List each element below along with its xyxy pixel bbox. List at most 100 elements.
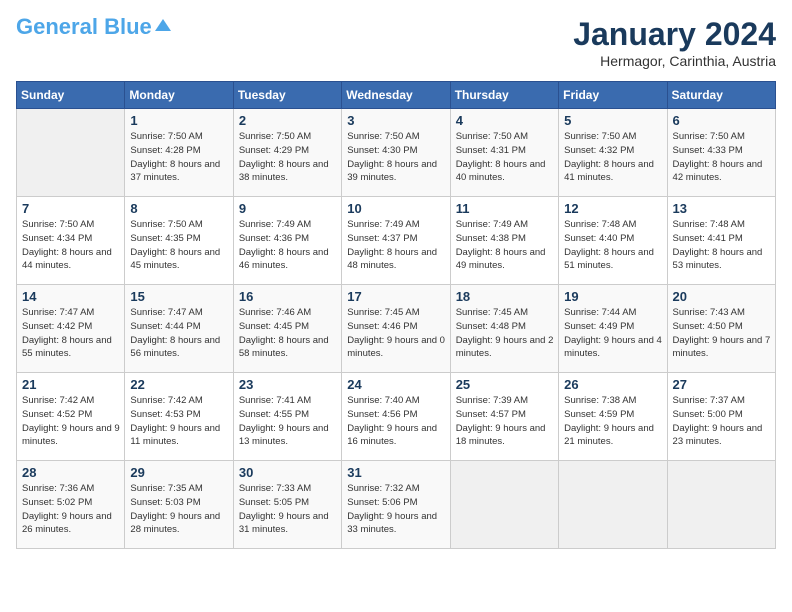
daylight-text: Daylight: 8 hours and 42 minutes.: [673, 159, 763, 184]
day-info: Sunrise: 7:50 AM Sunset: 4:29 PM Dayligh…: [239, 130, 337, 185]
day-number: 14: [22, 289, 120, 304]
calendar-cell: 5 Sunrise: 7:50 AM Sunset: 4:32 PM Dayli…: [559, 109, 667, 197]
weekday-header-friday: Friday: [559, 82, 667, 109]
calendar-cell: 2 Sunrise: 7:50 AM Sunset: 4:29 PM Dayli…: [233, 109, 341, 197]
calendar-cell: 6 Sunrise: 7:50 AM Sunset: 4:33 PM Dayli…: [667, 109, 775, 197]
sunrise-text: Sunrise: 7:50 AM: [239, 131, 311, 142]
calendar-cell: 14 Sunrise: 7:47 AM Sunset: 4:42 PM Dayl…: [17, 285, 125, 373]
daylight-text: Daylight: 9 hours and 13 minutes.: [239, 423, 329, 448]
logo-icon: [155, 17, 171, 33]
calendar-cell: 7 Sunrise: 7:50 AM Sunset: 4:34 PM Dayli…: [17, 197, 125, 285]
sunset-text: Sunset: 4:32 PM: [564, 145, 634, 156]
sunset-text: Sunset: 4:49 PM: [564, 321, 634, 332]
daylight-text: Daylight: 9 hours and 31 minutes.: [239, 511, 329, 536]
sunset-text: Sunset: 4:44 PM: [130, 321, 200, 332]
daylight-text: Daylight: 8 hours and 51 minutes.: [564, 247, 654, 272]
day-info: Sunrise: 7:50 AM Sunset: 4:28 PM Dayligh…: [130, 130, 228, 185]
sunset-text: Sunset: 4:48 PM: [456, 321, 526, 332]
day-number: 19: [564, 289, 662, 304]
sunset-text: Sunset: 4:56 PM: [347, 409, 417, 420]
day-info: Sunrise: 7:41 AM Sunset: 4:55 PM Dayligh…: [239, 394, 337, 449]
calendar-cell: 30 Sunrise: 7:33 AM Sunset: 5:05 PM Dayl…: [233, 461, 341, 549]
month-title: January 2024: [573, 16, 776, 53]
sunrise-text: Sunrise: 7:49 AM: [239, 219, 311, 230]
daylight-text: Daylight: 8 hours and 56 minutes.: [130, 335, 220, 360]
sunrise-text: Sunrise: 7:50 AM: [673, 131, 745, 142]
day-info: Sunrise: 7:49 AM Sunset: 4:36 PM Dayligh…: [239, 218, 337, 273]
day-info: Sunrise: 7:45 AM Sunset: 4:48 PM Dayligh…: [456, 306, 554, 361]
day-number: 3: [347, 113, 445, 128]
calendar-cell: 13 Sunrise: 7:48 AM Sunset: 4:41 PM Dayl…: [667, 197, 775, 285]
sunset-text: Sunset: 4:28 PM: [130, 145, 200, 156]
daylight-text: Daylight: 8 hours and 40 minutes.: [456, 159, 546, 184]
day-info: Sunrise: 7:47 AM Sunset: 4:42 PM Dayligh…: [22, 306, 120, 361]
daylight-text: Daylight: 9 hours and 2 minutes.: [456, 335, 554, 360]
daylight-text: Daylight: 9 hours and 21 minutes.: [564, 423, 654, 448]
sunrise-text: Sunrise: 7:50 AM: [130, 219, 202, 230]
calendar-cell: 25 Sunrise: 7:39 AM Sunset: 4:57 PM Dayl…: [450, 373, 558, 461]
day-number: 10: [347, 201, 445, 216]
sunrise-text: Sunrise: 7:43 AM: [673, 307, 745, 318]
calendar-cell: 1 Sunrise: 7:50 AM Sunset: 4:28 PM Dayli…: [125, 109, 233, 197]
day-info: Sunrise: 7:42 AM Sunset: 4:53 PM Dayligh…: [130, 394, 228, 449]
daylight-text: Daylight: 9 hours and 33 minutes.: [347, 511, 437, 536]
calendar-cell: 28 Sunrise: 7:36 AM Sunset: 5:02 PM Dayl…: [17, 461, 125, 549]
daylight-text: Daylight: 9 hours and 28 minutes.: [130, 511, 220, 536]
day-info: Sunrise: 7:44 AM Sunset: 4:49 PM Dayligh…: [564, 306, 662, 361]
sunset-text: Sunset: 4:45 PM: [239, 321, 309, 332]
calendar-cell: 27 Sunrise: 7:37 AM Sunset: 5:00 PM Dayl…: [667, 373, 775, 461]
calendar-cell: 12 Sunrise: 7:48 AM Sunset: 4:40 PM Dayl…: [559, 197, 667, 285]
daylight-text: Daylight: 8 hours and 46 minutes.: [239, 247, 329, 272]
daylight-text: Daylight: 8 hours and 55 minutes.: [22, 335, 112, 360]
calendar-cell: 24 Sunrise: 7:40 AM Sunset: 4:56 PM Dayl…: [342, 373, 450, 461]
day-info: Sunrise: 7:33 AM Sunset: 5:05 PM Dayligh…: [239, 482, 337, 537]
day-number: 22: [130, 377, 228, 392]
sunrise-text: Sunrise: 7:40 AM: [347, 395, 419, 406]
sunrise-text: Sunrise: 7:35 AM: [130, 483, 202, 494]
calendar-cell: [667, 461, 775, 549]
sunset-text: Sunset: 4:35 PM: [130, 233, 200, 244]
weekday-header-wednesday: Wednesday: [342, 82, 450, 109]
day-number: 23: [239, 377, 337, 392]
sunset-text: Sunset: 5:00 PM: [673, 409, 743, 420]
day-number: 31: [347, 465, 445, 480]
day-number: 24: [347, 377, 445, 392]
calendar-cell: 20 Sunrise: 7:43 AM Sunset: 4:50 PM Dayl…: [667, 285, 775, 373]
weekday-header-monday: Monday: [125, 82, 233, 109]
day-number: 2: [239, 113, 337, 128]
calendar-cell: 29 Sunrise: 7:35 AM Sunset: 5:03 PM Dayl…: [125, 461, 233, 549]
daylight-text: Daylight: 8 hours and 39 minutes.: [347, 159, 437, 184]
daylight-text: Daylight: 9 hours and 26 minutes.: [22, 511, 112, 536]
daylight-text: Daylight: 9 hours and 18 minutes.: [456, 423, 546, 448]
day-number: 15: [130, 289, 228, 304]
day-info: Sunrise: 7:50 AM Sunset: 4:33 PM Dayligh…: [673, 130, 771, 185]
calendar-table: SundayMondayTuesdayWednesdayThursdayFrid…: [16, 81, 776, 549]
calendar-cell: 31 Sunrise: 7:32 AM Sunset: 5:06 PM Dayl…: [342, 461, 450, 549]
day-info: Sunrise: 7:39 AM Sunset: 4:57 PM Dayligh…: [456, 394, 554, 449]
day-number: 30: [239, 465, 337, 480]
day-info: Sunrise: 7:50 AM Sunset: 4:32 PM Dayligh…: [564, 130, 662, 185]
daylight-text: Daylight: 9 hours and 0 minutes.: [347, 335, 445, 360]
daylight-text: Daylight: 9 hours and 7 minutes.: [673, 335, 771, 360]
sunrise-text: Sunrise: 7:50 AM: [564, 131, 636, 142]
day-number: 5: [564, 113, 662, 128]
day-info: Sunrise: 7:50 AM Sunset: 4:35 PM Dayligh…: [130, 218, 228, 273]
sunset-text: Sunset: 4:55 PM: [239, 409, 309, 420]
calendar-cell: 15 Sunrise: 7:47 AM Sunset: 4:44 PM Dayl…: [125, 285, 233, 373]
day-info: Sunrise: 7:48 AM Sunset: 4:40 PM Dayligh…: [564, 218, 662, 273]
sunrise-text: Sunrise: 7:46 AM: [239, 307, 311, 318]
day-number: 13: [673, 201, 771, 216]
weekday-header-thursday: Thursday: [450, 82, 558, 109]
calendar-cell: 11 Sunrise: 7:49 AM Sunset: 4:38 PM Dayl…: [450, 197, 558, 285]
logo: General Blue: [16, 16, 171, 38]
daylight-text: Daylight: 9 hours and 9 minutes.: [22, 423, 120, 448]
sunrise-text: Sunrise: 7:48 AM: [673, 219, 745, 230]
sunset-text: Sunset: 4:38 PM: [456, 233, 526, 244]
daylight-text: Daylight: 9 hours and 11 minutes.: [130, 423, 220, 448]
day-info: Sunrise: 7:48 AM Sunset: 4:41 PM Dayligh…: [673, 218, 771, 273]
sunrise-text: Sunrise: 7:44 AM: [564, 307, 636, 318]
sunset-text: Sunset: 5:03 PM: [130, 497, 200, 508]
daylight-text: Daylight: 8 hours and 58 minutes.: [239, 335, 329, 360]
daylight-text: Daylight: 8 hours and 38 minutes.: [239, 159, 329, 184]
sunrise-text: Sunrise: 7:47 AM: [130, 307, 202, 318]
